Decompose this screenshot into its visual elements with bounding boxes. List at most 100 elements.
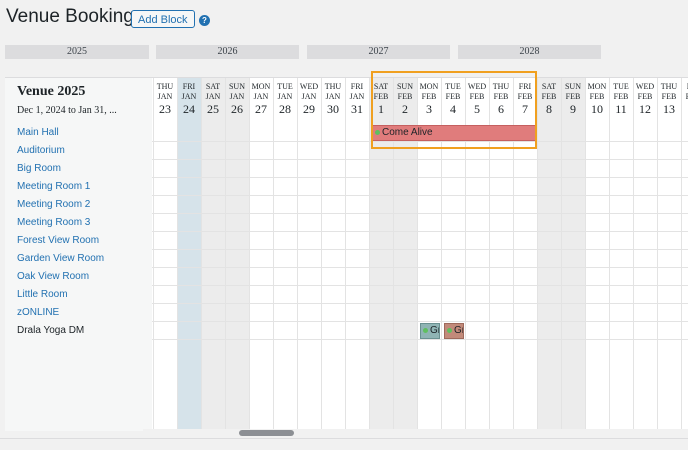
date-header: WED JAN 29	[297, 82, 321, 120]
date-header-dow: FRI	[350, 82, 364, 91]
date-header-mon: JAN	[229, 92, 245, 101]
date-header-mon: FEB	[661, 92, 677, 101]
date-header-mon: FEB	[565, 92, 581, 101]
date-header-day: 24	[183, 102, 195, 116]
date-header: TUE FEB 4	[441, 82, 465, 120]
horizontal-scrollbar[interactable]	[143, 429, 688, 437]
date-header: TUE FEB 11	[609, 82, 633, 120]
date-header-dow: FRI	[182, 82, 196, 91]
date-header-day: 4	[450, 102, 456, 116]
room-name[interactable]: Meeting Room 2	[17, 199, 90, 210]
date-header-mon: FEB	[493, 92, 509, 101]
booking-label: Gr	[430, 325, 440, 336]
venue-title: Venue 2025	[17, 84, 86, 99]
status-dot-icon	[423, 327, 428, 333]
date-header-dow: THU	[660, 82, 678, 91]
date-header-day: 8	[546, 102, 552, 116]
date-header-mon: JAN	[349, 92, 365, 101]
date-header-day: 14	[681, 102, 688, 117]
date-header-day: 26	[231, 102, 243, 116]
room-name[interactable]: Main Hall	[17, 127, 59, 138]
date-header-dow: MON	[419, 82, 439, 91]
date-header-mon: FEB	[517, 92, 533, 101]
date-header-day: 31	[351, 102, 363, 116]
date-header: FRI JAN 31	[345, 82, 369, 120]
date-header-dow: SAT	[541, 82, 557, 91]
date-header-dow: TUE	[277, 82, 293, 91]
date-header-day: 11	[615, 102, 627, 116]
date-header-day: 12	[639, 102, 651, 116]
date-header: FRIFEB14	[681, 82, 688, 120]
date-header-mon: JAN	[253, 92, 269, 101]
date-header-dow: TUE	[445, 82, 461, 91]
date-header: MON FEB 10	[585, 82, 609, 120]
year-tab-2025[interactable]: 2025	[5, 45, 149, 59]
date-header: SAT JAN 25	[201, 82, 225, 120]
room-name[interactable]: Auditorium	[17, 145, 65, 156]
room-name[interactable]: Meeting Room 3	[17, 217, 90, 228]
room-name[interactable]: Little Room	[17, 289, 68, 300]
date-header-dow: WED	[635, 82, 655, 91]
bottom-divider	[0, 438, 688, 439]
date-header-day: 1	[378, 102, 384, 116]
date-header-mon: FEB	[421, 92, 437, 101]
date-header-dow: FRI	[681, 82, 688, 92]
date-header-dow: SAT	[205, 82, 221, 91]
booking-scheduler: WEDJAN22THUJAN23FRIJAN24SATJAN25SUNJAN26…	[5, 77, 688, 431]
date-header: THU JAN 23	[153, 82, 177, 120]
date-header-mon: JAN	[325, 92, 341, 101]
date-header-day: 30	[327, 102, 339, 116]
help-icon[interactable]: ?	[199, 15, 210, 26]
page-title: Venue Bookings	[6, 6, 144, 27]
date-header-mon: JAN	[181, 92, 197, 101]
room-name[interactable]: Garden View Room	[17, 253, 104, 264]
date-header-dow: THU	[156, 82, 174, 91]
date-header-mon: FEB	[445, 92, 461, 101]
date-header-dow: SAT	[373, 82, 389, 91]
room-name[interactable]: Oak View Room	[17, 271, 89, 282]
date-header-day: 6	[498, 102, 504, 116]
booking-block[interactable]: Gr	[444, 323, 464, 339]
room-name[interactable]: zONLINE	[17, 307, 59, 318]
booking-label: Come Alive	[382, 127, 433, 138]
date-header-mon: FEB	[681, 92, 688, 102]
date-header: THU FEB 13	[657, 82, 681, 120]
venue-date-range: Dec 1, 2024 to Jan 31, ...	[17, 105, 117, 116]
date-header-day: 23	[159, 102, 171, 116]
booking-block[interactable]: Come Alive	[372, 125, 536, 141]
date-header-dow: MON	[251, 82, 271, 91]
year-tab-2028[interactable]: 2028	[458, 45, 601, 59]
room-name[interactable]: Forest View Room	[17, 235, 99, 246]
date-header: SUN FEB 2	[393, 82, 417, 120]
date-header: FRI JAN 24	[177, 82, 201, 120]
date-header-day: 10	[591, 102, 603, 116]
date-header-dow: SUN	[228, 82, 245, 91]
date-header-dow: WED	[299, 82, 319, 91]
date-header: WED FEB 12	[633, 82, 657, 120]
booking-block[interactable]: Gr	[420, 323, 440, 339]
date-header-mon: FEB	[373, 92, 389, 101]
date-header-day: 28	[279, 102, 291, 116]
year-tab-2027[interactable]: 2027	[307, 45, 450, 59]
date-header-mon: JAN	[157, 92, 173, 101]
date-header: FRI FEB 7	[513, 82, 537, 120]
date-header-day: 13	[663, 102, 675, 116]
room-name[interactable]: Big Room	[17, 163, 61, 174]
date-header-day: 7	[522, 102, 528, 116]
date-header-dow: THU	[492, 82, 510, 91]
date-header-mon: JAN	[277, 92, 293, 101]
add-block-button[interactable]: Add Block	[131, 10, 195, 28]
room-name: Drala Yoga DM	[17, 325, 85, 336]
scroll-thumb[interactable]	[239, 430, 294, 436]
date-header-dow: WED	[467, 82, 487, 91]
date-header-day: 29	[303, 102, 315, 116]
date-header: MON JAN 27	[249, 82, 273, 120]
date-header-day: 25	[207, 102, 219, 116]
date-header: SAT FEB 8	[537, 82, 561, 120]
year-tab-2026[interactable]: 2026	[156, 45, 299, 59]
date-header-mon: JAN	[205, 92, 221, 101]
date-header-day: 27	[255, 102, 267, 116]
date-header-mon: JAN	[301, 92, 317, 101]
room-name[interactable]: Meeting Room 1	[17, 181, 90, 192]
date-header: THU FEB 6	[489, 82, 513, 120]
